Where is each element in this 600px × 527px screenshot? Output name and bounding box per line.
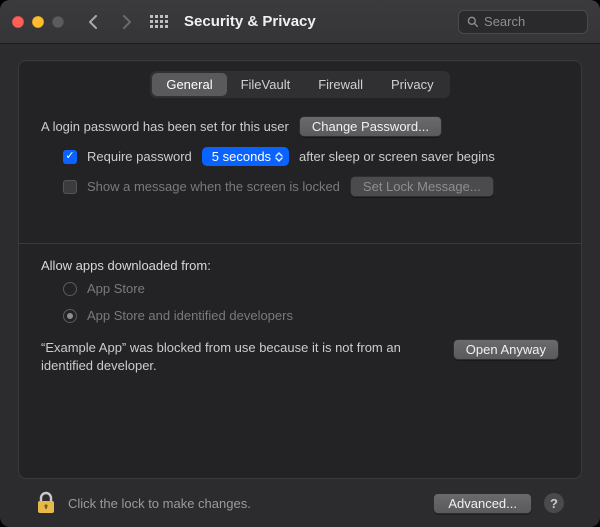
tab-firewall[interactable]: Firewall (304, 73, 377, 96)
radio-identified-label: App Store and identified developers (87, 308, 293, 323)
require-password-delay-select[interactable]: 5 seconds (202, 147, 289, 166)
tab-filevault[interactable]: FileVault (227, 73, 305, 96)
tabbar: General FileVault Firewall Privacy (150, 71, 449, 98)
forward-button (114, 11, 138, 33)
login-password-section: A login password has been set for this u… (19, 98, 581, 215)
chevron-right-icon (121, 15, 131, 29)
zoom-window-button (52, 16, 64, 28)
set-lock-message-button: Set Lock Message... (350, 176, 494, 197)
advanced-button[interactable]: Advanced... (433, 493, 532, 514)
updown-caret-icon (275, 152, 283, 162)
radio-row-app-store: App Store (41, 281, 559, 296)
change-password-button[interactable]: Change Password... (299, 116, 442, 137)
show-message-checkbox (63, 180, 77, 194)
tab-general[interactable]: General (152, 73, 226, 96)
window-controls (12, 16, 64, 28)
radio-app-store (63, 282, 77, 296)
titlebar: Security & Privacy (0, 0, 600, 44)
chevron-left-icon (89, 15, 99, 29)
lock-icon (36, 491, 56, 515)
tabs: General FileVault Firewall Privacy (19, 71, 581, 98)
radio-app-store-label: App Store (87, 281, 145, 296)
search-field[interactable] (458, 10, 588, 34)
preferences-window: Security & Privacy General FileVault Fir… (0, 0, 600, 527)
require-password-label: Require password (87, 149, 192, 164)
require-password-row: Require password 5 seconds after sleep o… (41, 147, 559, 166)
blocked-app-row: “Example App” was blocked from use becau… (41, 339, 559, 374)
footer: Click the lock to make changes. Advanced… (18, 479, 582, 527)
radio-identified-developers (63, 309, 77, 323)
password-set-text: A login password has been set for this u… (41, 119, 289, 134)
downloads-section: Allow apps downloaded from: App Store Ap… (19, 244, 581, 384)
tab-privacy[interactable]: Privacy (377, 73, 448, 96)
open-anyway-button[interactable]: Open Anyway (453, 339, 559, 360)
apps-grid-icon (150, 15, 168, 28)
radio-row-identified: App Store and identified developers (41, 308, 559, 323)
delay-selected-value: 5 seconds (212, 149, 271, 164)
password-set-row: A login password has been set for this u… (41, 116, 559, 137)
content-area: General FileVault Firewall Privacy A log… (0, 44, 600, 527)
downloads-heading: Allow apps downloaded from: (41, 258, 559, 273)
show-message-label: Show a message when the screen is locked (87, 179, 340, 194)
minimize-window-button[interactable] (32, 16, 44, 28)
help-button[interactable]: ? (544, 493, 564, 513)
show-message-row: Show a message when the screen is locked… (41, 176, 559, 197)
close-window-button[interactable] (12, 16, 24, 28)
search-icon (467, 15, 478, 28)
search-input[interactable] (484, 14, 579, 29)
after-sleep-text: after sleep or screen saver begins (299, 149, 495, 164)
blocked-app-message: “Example App” was blocked from use becau… (41, 339, 439, 374)
require-password-checkbox[interactable] (63, 150, 77, 164)
back-button[interactable] (82, 11, 106, 33)
lock-button[interactable] (36, 491, 56, 515)
show-all-button[interactable] (146, 11, 172, 33)
page-title: Security & Privacy (184, 13, 316, 30)
lock-hint-text: Click the lock to make changes. (68, 496, 251, 511)
panel: General FileVault Firewall Privacy A log… (18, 60, 582, 479)
